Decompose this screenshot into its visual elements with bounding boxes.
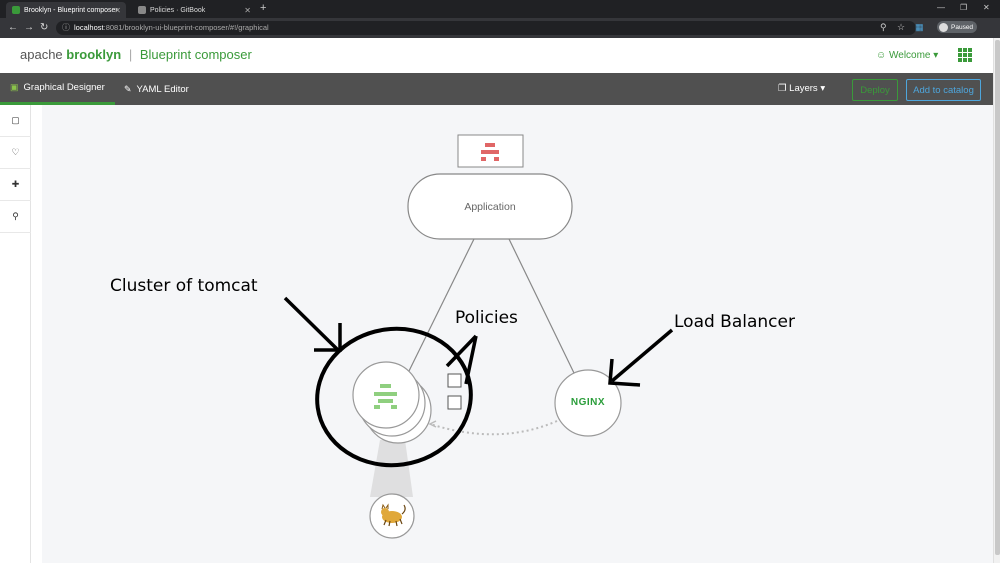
policy-square-1[interactable] — [447, 373, 462, 388]
edge-app-cluster — [408, 238, 475, 372]
arrowhead-icon — [428, 420, 437, 428]
policy-square-2[interactable] — [447, 395, 462, 410]
annotation-lb-arrow — [610, 328, 674, 383]
application-label: Application — [464, 201, 516, 213]
edge-app-nginx — [508, 238, 575, 374]
annotation-load-balancer-text: Load Balancer — [674, 312, 795, 332]
edge-nginx-to-cluster — [429, 420, 558, 436]
annotation-cluster-arrow — [283, 296, 340, 352]
member-spec-funnel — [370, 440, 413, 497]
annotation-policies-text: Policies — [455, 308, 518, 328]
nginx-logo-label: NGINX — [570, 397, 606, 408]
annotation-cluster-text: Cluster of tomcat — [110, 276, 258, 296]
